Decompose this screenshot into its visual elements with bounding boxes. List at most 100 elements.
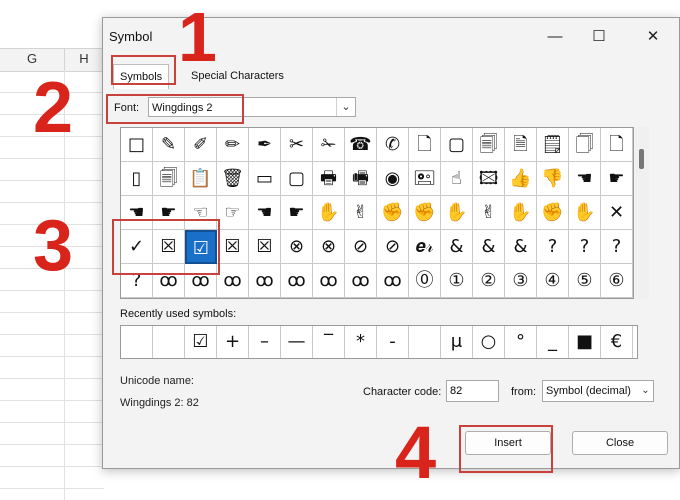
symbol-cell[interactable]: ☒	[249, 230, 281, 264]
symbol-cell[interactable]: ☒	[217, 230, 249, 264]
symbol-cell[interactable]: 🗒	[537, 128, 569, 162]
symbol-cell[interactable]: 🖶	[313, 162, 345, 196]
column-header-g[interactable]: G	[0, 48, 65, 70]
symbol-cell[interactable]: ⓪	[409, 264, 441, 298]
symbol-cell[interactable]: &	[473, 230, 505, 264]
symbol-cell[interactable]: ▢	[441, 128, 473, 162]
symbol-cell[interactable]: ✌	[345, 196, 377, 230]
close-icon[interactable]: ✕	[633, 24, 673, 50]
scrollbar-thumb[interactable]	[639, 149, 644, 169]
symbol-cell[interactable]: ✋	[505, 196, 537, 230]
column-header-h[interactable]: H	[64, 48, 104, 70]
symbol-cell[interactable]: ⑥	[601, 264, 633, 298]
symbol-cell[interactable]: 🗐	[153, 162, 185, 196]
character-code-label: Character code:	[363, 386, 442, 398]
recent-symbol-cell[interactable]: μ	[441, 326, 473, 358]
symbol-cell[interactable]: ꝏ	[281, 264, 313, 298]
minimize-icon[interactable]: —	[535, 24, 575, 50]
symbol-cell[interactable]: ✒	[249, 128, 281, 162]
symbol-cell[interactable]: ✋	[569, 196, 601, 230]
recent-symbol-cell[interactable]: -	[377, 326, 409, 358]
character-code-input[interactable]: 82	[446, 380, 499, 402]
recent-symbol-cell[interactable]	[121, 326, 153, 358]
symbol-cell[interactable]: ✏	[217, 128, 249, 162]
symbol-cell[interactable]: 🖾	[473, 162, 505, 196]
symbol-cell[interactable]: ▭	[249, 162, 281, 196]
symbol-cell[interactable]: 🗎	[505, 128, 537, 162]
from-select[interactable]: Symbol (decimal) ⌄	[542, 380, 654, 402]
symbol-cell[interactable]: ☝	[441, 162, 473, 196]
recent-symbol-cell[interactable]: °	[505, 326, 537, 358]
symbol-cell[interactable]: ?	[569, 230, 601, 264]
symbol-cell[interactable]: ③	[505, 264, 537, 298]
symbol-cell[interactable]: ✐	[185, 128, 217, 162]
symbol-cell[interactable]: ☞	[217, 196, 249, 230]
maximize-icon[interactable]: ☐	[579, 24, 619, 50]
symbol-cell[interactable]: ?	[601, 230, 633, 264]
symbol-cell[interactable]: 🖷	[345, 162, 377, 196]
symbol-cell[interactable]: ✆	[377, 128, 409, 162]
symbol-cell[interactable]: 🖭	[409, 162, 441, 196]
symbol-cell[interactable]: ◉	[377, 162, 409, 196]
recent-symbol-cell[interactable]	[153, 326, 185, 358]
symbol-cell[interactable]: ☎	[345, 128, 377, 162]
symbol-cell[interactable]: ☚	[249, 196, 281, 230]
chevron-down-icon[interactable]: ⌄	[336, 98, 355, 116]
symbol-cell[interactable]: ✊	[537, 196, 569, 230]
symbol-cell[interactable]: 📋	[185, 162, 217, 196]
symbol-cell[interactable]: ④	[537, 264, 569, 298]
symbol-cell[interactable]: 𝒆𝓇	[409, 230, 441, 264]
symbol-cell[interactable]: ①	[441, 264, 473, 298]
symbol-cell[interactable]: ⊘	[377, 230, 409, 264]
recent-symbol-cell[interactable]: _	[537, 326, 569, 358]
symbol-cell[interactable]: ✊	[377, 196, 409, 230]
symbol-cell[interactable]: &	[441, 230, 473, 264]
symbol-cell[interactable]: ꝏ	[313, 264, 345, 298]
symbol-cell[interactable]: ꝏ	[377, 264, 409, 298]
symbol-cell[interactable]: 👎	[537, 162, 569, 196]
recent-symbol-cell[interactable]: ‾	[313, 326, 345, 358]
symbol-cell[interactable]: ✕	[601, 196, 633, 230]
symbol-cell[interactable]: ⊗	[313, 230, 345, 264]
recent-symbol-cell[interactable]: —	[281, 326, 313, 358]
symbol-cell[interactable]: □	[121, 128, 153, 162]
recent-symbol-cell[interactable]: +	[217, 326, 249, 358]
symbol-cell[interactable]: ⊗	[281, 230, 313, 264]
symbol-cell[interactable]: ✎	[153, 128, 185, 162]
recent-symbol-cell[interactable]: *	[345, 326, 377, 358]
recent-symbol-cell[interactable]: ☑	[185, 326, 217, 358]
symbol-cell[interactable]: ☛	[281, 196, 313, 230]
symbol-cell[interactable]: ✁	[313, 128, 345, 162]
symbol-cell[interactable]: 🗐	[473, 128, 505, 162]
symbol-cell[interactable]: 🗋	[409, 128, 441, 162]
symbol-cell[interactable]: ✂	[281, 128, 313, 162]
symbol-cell[interactable]: ▢	[281, 162, 313, 196]
symbol-cell[interactable]: 👍	[505, 162, 537, 196]
symbol-cell[interactable]: ▯	[121, 162, 153, 196]
symbol-cell[interactable]: ꝏ	[249, 264, 281, 298]
symbol-cell[interactable]: &	[505, 230, 537, 264]
close-button[interactable]: Close	[572, 431, 668, 455]
symbol-cell[interactable]: ?	[537, 230, 569, 264]
recent-symbol-cell[interactable]: ■	[569, 326, 601, 358]
symbol-cell[interactable]: ☚	[569, 162, 601, 196]
symbol-cell[interactable]: ꝏ	[345, 264, 377, 298]
symbol-cell[interactable]: ②	[473, 264, 505, 298]
recent-symbol-cell[interactable]: –	[249, 326, 281, 358]
recent-symbol-cell[interactable]: ○	[473, 326, 505, 358]
recent-symbol-cell[interactable]: €	[601, 326, 633, 358]
symbol-cell[interactable]: 🗋	[601, 128, 633, 162]
symbol-cell[interactable]: ✋	[313, 196, 345, 230]
symbol-cell[interactable]: ☛	[601, 162, 633, 196]
symbol-cell[interactable]: ✊	[409, 196, 441, 230]
symbol-cell[interactable]: ✋	[441, 196, 473, 230]
symbol-cell[interactable]: 🗑	[217, 162, 249, 196]
symbol-cell[interactable]: ✌	[473, 196, 505, 230]
recent-symbol-cell[interactable]	[409, 326, 441, 358]
symbol-cell[interactable]: 🗍	[569, 128, 601, 162]
chevron-down-icon[interactable]: ⌄	[638, 381, 653, 401]
symbol-cell[interactable]: ꝏ	[217, 264, 249, 298]
symbol-grid-scrollbar[interactable]	[635, 127, 649, 299]
symbol-cell[interactable]: ⊘	[345, 230, 377, 264]
symbol-cell[interactable]: ⑤	[569, 264, 601, 298]
